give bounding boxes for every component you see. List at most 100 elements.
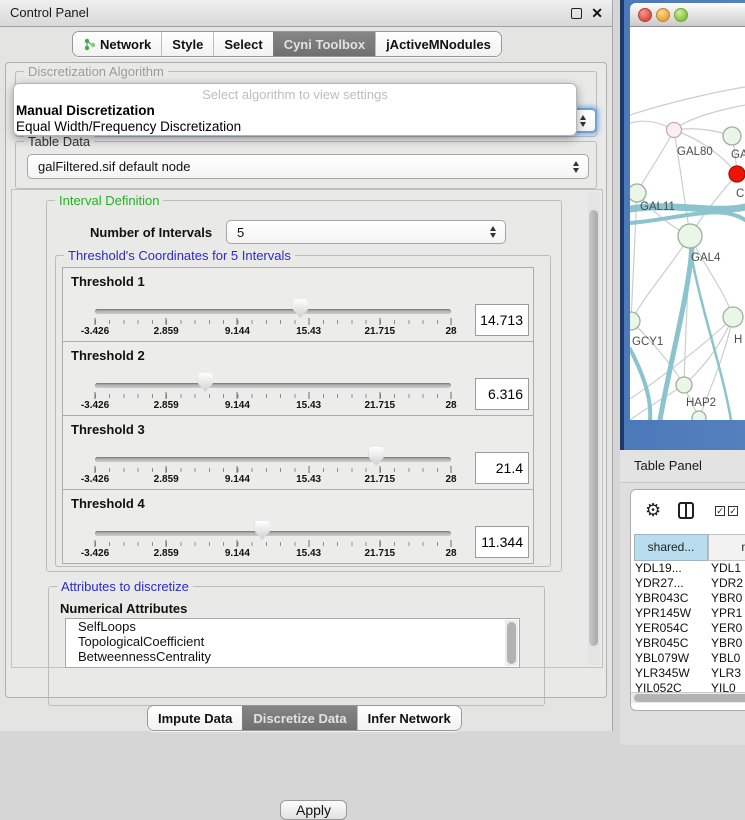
- tab-jactivemnodules[interactable]: jActiveMNodules: [375, 32, 501, 56]
- table-row[interactable]: YBR043CYBR0: [631, 591, 745, 606]
- number-of-intervals-label: Number of Intervals: [90, 225, 212, 240]
- table-cell[interactable]: YBR043C: [631, 591, 705, 606]
- network-node-label: GAL11: [640, 201, 675, 213]
- table-cell[interactable]: YER054C: [631, 621, 705, 636]
- threshold-2-slider[interactable]: -3.4262.8599.14415.4321.71528: [95, 342, 451, 417]
- top-tab-bar: Network Style Select Cyni Toolbox jActiv…: [72, 31, 502, 57]
- table-row[interactable]: YBR045CYBR0: [631, 636, 745, 651]
- network-node[interactable]: [676, 377, 692, 393]
- numerical-attributes-list[interactable]: SelfLoopsTopologicalCoefficientBetweenne…: [65, 618, 520, 668]
- axis-tick-label: 28: [445, 400, 456, 411]
- tab-style[interactable]: Style: [161, 32, 213, 56]
- table-cell[interactable]: YDR2: [705, 576, 745, 591]
- group-title: Threshold's Coordinates for 5 Intervals: [64, 248, 295, 263]
- network-node-label: GAL4: [691, 252, 721, 264]
- control-panel-window: Control Panel Network Style Select: [0, 0, 613, 731]
- threshold-value-field[interactable]: [475, 378, 529, 410]
- list-item[interactable]: BetweennessCentrality: [66, 649, 519, 664]
- table-row[interactable]: YDL19...YDL1: [631, 561, 745, 576]
- network-node-label: H: [734, 334, 742, 346]
- slider-ticks: [95, 392, 451, 399]
- table-horizontal-scrollbar[interactable]: [631, 692, 745, 703]
- slider-track: [95, 383, 451, 388]
- table-row[interactable]: YLR345WYLR3: [631, 666, 745, 681]
- table-cell[interactable]: YBR0: [705, 591, 745, 606]
- settings-scrollbar[interactable]: [588, 192, 600, 665]
- list-item[interactable]: SelfLoops: [66, 619, 519, 634]
- threshold-value-field[interactable]: [475, 304, 529, 336]
- slider-thumb[interactable]: [369, 447, 384, 466]
- tab-network[interactable]: Network: [73, 32, 161, 56]
- checkbox-icon[interactable]: [728, 506, 738, 516]
- axis-tick-label: -3.426: [81, 400, 109, 411]
- table-row[interactable]: YER054CYER0: [631, 621, 745, 636]
- slider-thumb[interactable]: [198, 373, 213, 392]
- network-node[interactable]: [630, 312, 640, 330]
- table-row[interactable]: YDR27...YDR2: [631, 576, 745, 591]
- network-node[interactable]: [723, 127, 741, 145]
- table-cell[interactable]: YLR3: [705, 666, 745, 681]
- table-cell[interactable]: YPR145W: [631, 606, 705, 621]
- threshold-1-slider[interactable]: -3.4262.8599.14415.4321.71528: [95, 268, 451, 343]
- mac-close-icon[interactable]: [638, 8, 652, 22]
- slider-ticks: [95, 540, 451, 547]
- network-node[interactable]: [678, 224, 702, 248]
- threshold-value-field[interactable]: [475, 452, 529, 484]
- tab-impute-data[interactable]: Impute Data: [148, 706, 242, 730]
- close-icon[interactable]: [591, 5, 603, 22]
- table-cell[interactable]: YBR0: [705, 636, 745, 651]
- network-node[interactable]: [692, 411, 706, 420]
- table-cell[interactable]: YLR345W: [631, 666, 705, 681]
- slider-thumb[interactable]: [293, 299, 308, 318]
- dropdown-option-manual-discretization[interactable]: Manual Discretization: [16, 103, 155, 118]
- table-cell[interactable]: YBL079W: [631, 651, 705, 666]
- list-scrollbar[interactable]: [505, 620, 518, 666]
- table-cell[interactable]: YPR1: [705, 606, 745, 621]
- axis-tick-label: -3.426: [81, 326, 109, 337]
- apply-button[interactable]: Apply: [280, 800, 347, 820]
- threshold-4-block: Threshold 4 -3.4262.8599.14415.4321.7152…: [62, 489, 534, 564]
- network-node[interactable]: [667, 123, 682, 138]
- checkbox-icon[interactable]: [715, 506, 725, 516]
- tab-select[interactable]: Select: [213, 32, 272, 56]
- table-cell[interactable]: YDL1: [705, 561, 745, 576]
- table-cell[interactable]: YDL19...: [631, 561, 705, 576]
- table-panel-title: Table Panel: [634, 458, 702, 473]
- tab-discretize-data[interactable]: Discretize Data: [242, 706, 356, 730]
- list-item[interactable]: TopologicalCoefficient: [66, 634, 519, 649]
- table-cell[interactable]: YBL0: [705, 651, 745, 666]
- slider-scale: -3.4262.8599.14415.4321.71528: [95, 326, 451, 338]
- slider-scale: -3.4262.8599.14415.4321.71528: [95, 400, 451, 412]
- combo-arrows-icon: [580, 115, 587, 127]
- float-window-icon[interactable]: [571, 8, 582, 19]
- threshold-3-slider[interactable]: -3.4262.8599.14415.4321.71528: [95, 416, 451, 491]
- axis-tick-label: -3.426: [81, 474, 109, 485]
- column-header-name[interactable]: na: [708, 534, 745, 561]
- dropdown-option-equal-width-frequency[interactable]: Equal Width/Frequency Discretization: [16, 119, 241, 134]
- network-node[interactable]: [630, 184, 646, 202]
- threshold-4-slider[interactable]: -3.4262.8599.14415.4321.71528: [95, 490, 451, 565]
- table-cell[interactable]: YER0: [705, 621, 745, 636]
- slider-thumb[interactable]: [255, 521, 270, 540]
- tab-infer-network[interactable]: Infer Network: [357, 706, 461, 730]
- table-row[interactable]: YPR145WYPR1: [631, 606, 745, 621]
- column-header-shared-name[interactable]: shared...: [634, 534, 708, 561]
- number-of-intervals-combo[interactable]: 5: [226, 220, 506, 244]
- mac-minimize-icon[interactable]: [656, 8, 670, 22]
- network-node[interactable]: [729, 166, 745, 182]
- threshold-value-field[interactable]: [475, 526, 529, 558]
- table-panel-titlebar: Table Panel: [620, 450, 745, 483]
- network-canvas[interactable]: GAL80GACGAL11GAL4GCY1HHAP2: [630, 27, 745, 420]
- network-node-label: C: [736, 188, 744, 200]
- gear-icon[interactable]: [645, 500, 661, 521]
- tab-cyni-toolbox[interactable]: Cyni Toolbox: [273, 32, 375, 56]
- mac-zoom-icon[interactable]: [674, 8, 688, 22]
- network-node[interactable]: [723, 307, 743, 327]
- table-data-combo[interactable]: galFiltered.sif default node: [27, 154, 589, 179]
- table-row[interactable]: YBL079WYBL0: [631, 651, 745, 666]
- settings-scroll-viewport: Interval Definition Number of Intervals …: [11, 189, 603, 668]
- split-columns-icon[interactable]: [678, 502, 694, 519]
- table-cell[interactable]: YDR27...: [631, 576, 705, 591]
- table-cell[interactable]: YBR045C: [631, 636, 705, 651]
- axis-tick-label: 21.715: [365, 474, 396, 485]
